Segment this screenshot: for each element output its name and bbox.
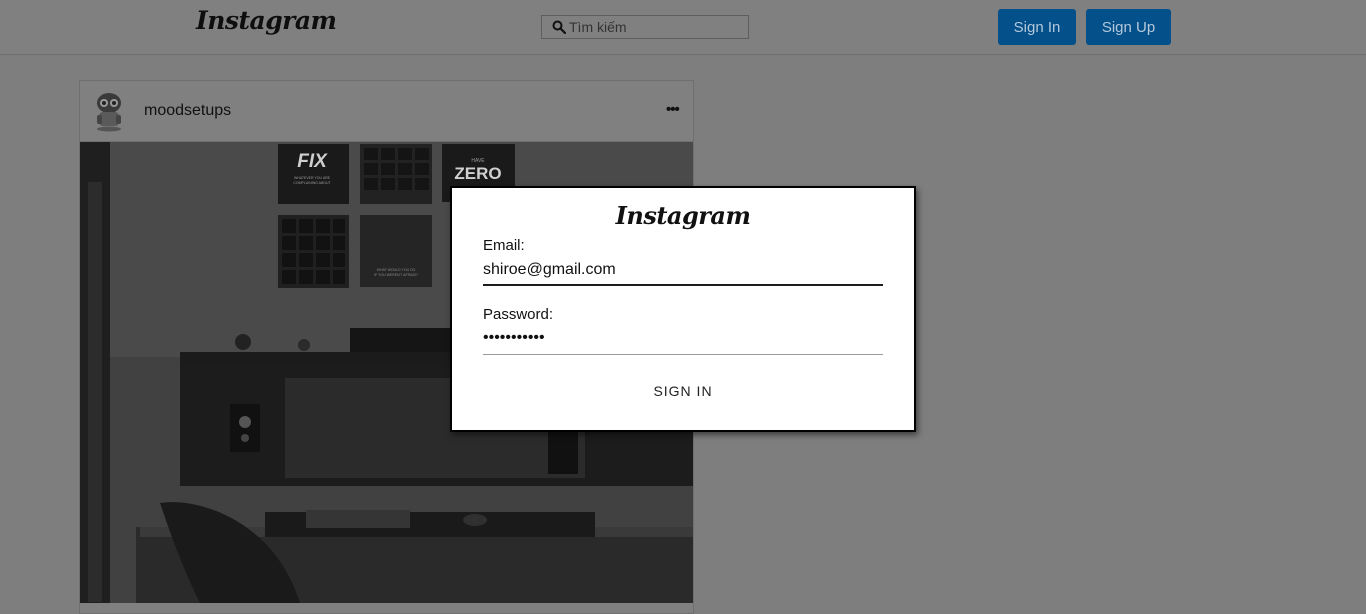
modal-instagram-logo: Instagram (615, 201, 751, 230)
search-input[interactable] (569, 16, 744, 38)
poster-fix-subtext-1: WHATEVER YOU ARE (294, 176, 331, 180)
submit-sign-in-button[interactable]: SIGN IN (633, 378, 733, 404)
sign-in-button[interactable]: Sign In (998, 9, 1076, 45)
avatar[interactable] (91, 90, 127, 132)
email-field[interactable] (483, 257, 883, 283)
search-box[interactable] (541, 15, 749, 39)
post-username[interactable]: moodsetups (144, 102, 231, 120)
more-options-icon[interactable]: ••• (666, 101, 680, 118)
search-icon (552, 20, 566, 34)
login-dialog: Instagram Email: Password: SIGN IN (450, 186, 916, 432)
poster-zero-text: ZERO (454, 164, 501, 183)
sign-up-button[interactable]: Sign Up (1086, 9, 1171, 45)
top-nav-bar: Instagram Sign In Sign Up (0, 0, 1366, 55)
poster-quote-1: WHAT WOULD YOU DO (377, 268, 416, 272)
email-field-underline (483, 284, 883, 286)
password-field[interactable] (483, 325, 883, 351)
poster-quote-2: IF YOU WEREN'T AFRAID? (374, 273, 418, 277)
poster-fix-text: FIX (297, 151, 328, 172)
post-header: moodsetups ••• (80, 81, 693, 142)
email-label: Email: (483, 237, 525, 254)
password-field-underline (483, 354, 883, 355)
password-label: Password: (483, 306, 554, 323)
instagram-logo[interactable]: Instagram (196, 6, 337, 35)
poster-fix-subtext-2: COMPLAINING ABOUT (293, 181, 331, 185)
